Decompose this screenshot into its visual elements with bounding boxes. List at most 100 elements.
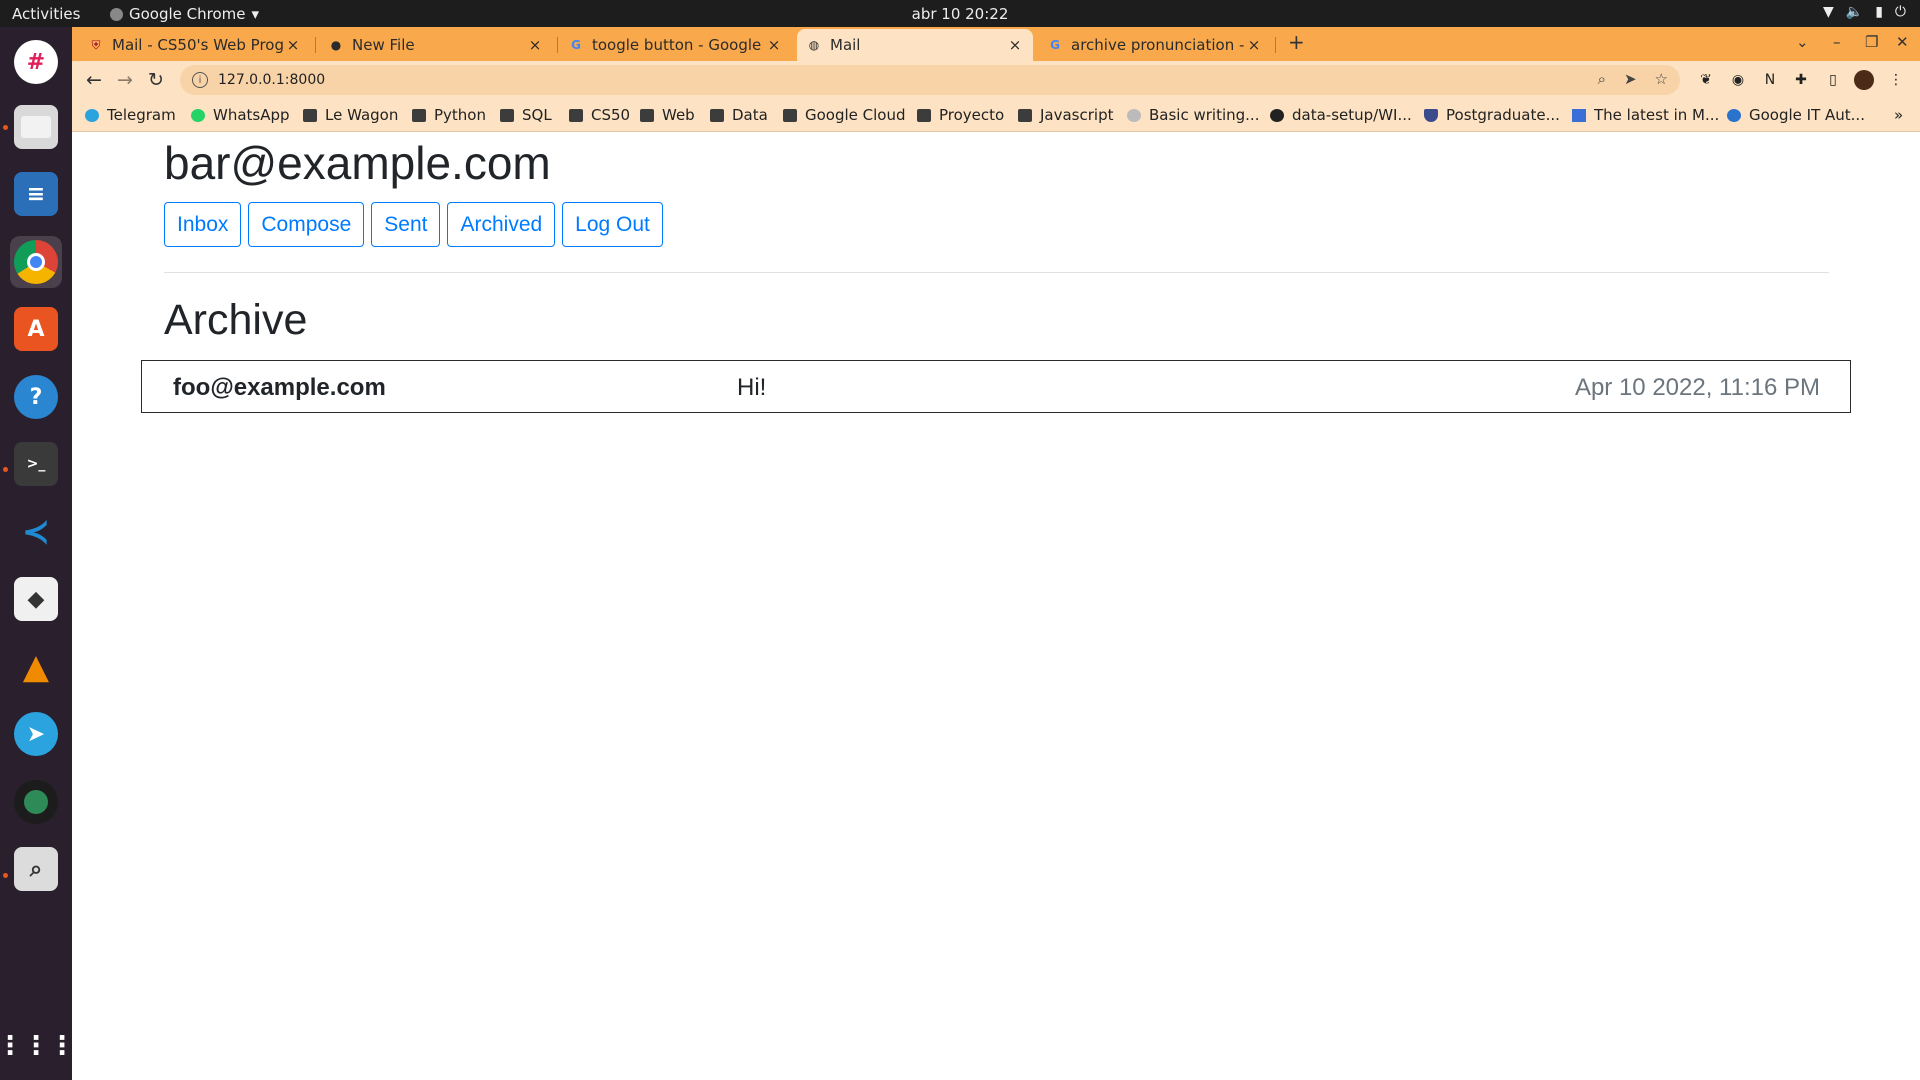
tab-toogle-button[interactable]: G toogle button - Google Se × <box>559 29 792 61</box>
google-icon: G <box>571 38 581 52</box>
dock-terminal[interactable]: >_ <box>10 438 62 490</box>
dock-vlc[interactable]: ▲ <box>10 641 62 693</box>
dock-chrome[interactable] <box>10 236 62 288</box>
close-icon[interactable]: × <box>527 36 543 54</box>
tab-title: toogle button - Google Se <box>592 36 766 54</box>
close-window-button[interactable]: ✕ <box>1896 33 1909 51</box>
bookmark-whatsapp[interactable]: WhatsApp <box>191 106 290 124</box>
bookmark-telegram[interactable]: Telegram <box>85 106 176 124</box>
zoom-icon[interactable]: ⌕ <box>1598 70 1606 88</box>
site-info-icon[interactable]: i <box>192 72 208 88</box>
bookmark-google-cloud[interactable]: Google Cloud <box>783 106 906 124</box>
dock-slack[interactable]: # <box>10 36 62 88</box>
profile-avatar[interactable] <box>1854 70 1874 90</box>
minimize-button[interactable]: – <box>1833 33 1841 51</box>
tab-cs50[interactable]: ⛨ Mail - CS50's Web Program × <box>79 29 311 61</box>
tab-mail[interactable]: ◍ Mail × <box>797 29 1033 61</box>
folder-icon <box>640 108 654 122</box>
harvard-shield-icon: ⛨ <box>91 37 101 52</box>
bookmark-label: Javascript <box>1040 106 1114 124</box>
bookmark-latest[interactable]: The latest in M... <box>1572 106 1719 124</box>
side-panel-icon[interactable]: ▯ <box>1823 70 1843 90</box>
archived-button[interactable]: Archived <box>447 202 556 247</box>
reload-button[interactable]: ↻ <box>143 67 169 93</box>
bookmark-label: SQL <box>522 106 552 124</box>
bookmark-le-wagon[interactable]: Le Wagon <box>303 106 398 124</box>
notion-icon[interactable]: N <box>1760 70 1780 90</box>
bookmark-basic-writing[interactable]: Basic writing... <box>1127 106 1259 124</box>
battery-icon: ▮ <box>1875 4 1883 20</box>
dock-files[interactable] <box>10 101 62 153</box>
new-tab-button[interactable]: + <box>1288 30 1305 54</box>
forward-button[interactable]: → <box>112 67 138 93</box>
dock-app[interactable]: ◆ <box>10 573 62 625</box>
address-bar[interactable]: i 127.0.0.1:8000 ⌕ ➤ ☆ <box>180 65 1680 95</box>
bookmark-proyecto[interactable]: Proyecto <box>917 106 1004 124</box>
bookmark-data-setup[interactable]: data-setup/WI... <box>1270 106 1412 124</box>
activities-button[interactable]: Activities <box>12 5 80 23</box>
bookmark-cs50[interactable]: CS50 <box>569 106 630 124</box>
folder-icon <box>1018 108 1032 122</box>
slack-icon: # <box>14 40 58 84</box>
app-menu[interactable]: Google Chrome ▾ <box>110 5 259 23</box>
dock-webcam[interactable] <box>10 776 62 828</box>
close-icon[interactable]: × <box>1007 36 1023 54</box>
bookmark-label: Google Cloud <box>805 106 906 124</box>
bookmark-google-it[interactable]: Google IT Aut... <box>1727 106 1865 124</box>
clock[interactable]: abr 10 20:22 <box>0 5 1920 23</box>
tab-new-file[interactable]: ● New File × <box>319 29 553 61</box>
tab-separator <box>1275 37 1276 53</box>
close-icon[interactable]: × <box>285 36 301 54</box>
chrome-small-icon <box>110 7 123 21</box>
bookmark-star-icon[interactable]: ☆ <box>1655 70 1668 88</box>
email-sender: foo@example.com <box>173 374 386 401</box>
close-icon[interactable]: × <box>1246 36 1262 54</box>
libreoffice-writer-icon: ≡ <box>14 172 58 216</box>
tab-separator <box>557 37 558 53</box>
email-list-item[interactable]: foo@example.com Hi! Apr 10 2022, 11:16 P… <box>141 360 1851 413</box>
system-tray[interactable]: ▼ 🔈 ▮ ⏻ <box>1823 4 1906 20</box>
dock: # ≡ A ? >_ ≺ ◆ ▲ ➤ ⌕ ⋮⋮⋮ <box>0 27 75 1080</box>
bookmark-web[interactable]: Web <box>640 106 695 124</box>
bookmark-python[interactable]: Python <box>412 106 486 124</box>
dock-writer[interactable]: ≡ <box>10 168 62 220</box>
close-icon[interactable]: × <box>766 36 782 54</box>
dock-vscode[interactable]: ≺ <box>10 506 62 558</box>
tab-archive-pronunciation[interactable]: G archive pronunciation - G × <box>1038 29 1272 61</box>
folder-icon <box>783 108 797 122</box>
maximize-button[interactable]: ❐ <box>1865 33 1878 51</box>
volume-icon: 🔈 <box>1845 4 1864 20</box>
inbox-button[interactable]: Inbox <box>164 202 242 247</box>
back-button[interactable]: ← <box>81 67 107 93</box>
folder-icon <box>710 108 724 122</box>
send-icon[interactable]: ➤ <box>1624 70 1637 88</box>
dock-software[interactable]: A <box>10 303 62 355</box>
bookmark-label: Le Wagon <box>325 106 399 124</box>
bookmark-javascript[interactable]: Javascript <box>1018 106 1113 124</box>
running-indicator <box>3 467 8 472</box>
extensions-puzzle-icon[interactable]: ✚ <box>1791 70 1811 90</box>
extension-icon[interactable]: ❦ <box>1696 70 1716 90</box>
running-indicator <box>3 125 8 130</box>
app-name: Google Chrome <box>129 5 246 23</box>
bookmark-sql[interactable]: SQL <box>500 106 552 124</box>
bookmark-postgraduate[interactable]: Postgraduate... <box>1424 106 1560 124</box>
tab-search-button[interactable]: ⌄ <box>1796 33 1809 51</box>
email-timestamp: Apr 10 2022, 11:16 PM <box>1574 374 1820 401</box>
bookmark-label: Telegram <box>107 106 176 124</box>
compose-button[interactable]: Compose <box>248 202 365 247</box>
dock-telegram[interactable]: ➤ <box>10 708 62 760</box>
extension-icon[interactable]: ◉ <box>1728 70 1748 90</box>
telegram-icon <box>85 108 99 122</box>
menu-kebab-icon[interactable]: ⋮ <box>1886 70 1906 90</box>
browser-toolbar: ← → ↻ i 127.0.0.1:8000 ⌕ ➤ ☆ ❦ ◉ N ✚ ▯ ⋮ <box>72 61 1920 99</box>
app-icon: ◆ <box>14 577 58 621</box>
logout-button[interactable]: Log Out <box>562 202 663 247</box>
bookmark-data[interactable]: Data <box>710 106 768 124</box>
magnifier-icon: ⌕ <box>14 847 58 891</box>
show-applications-button[interactable]: ⋮⋮⋮ <box>0 1020 75 1072</box>
sent-button[interactable]: Sent <box>371 202 441 247</box>
more-bookmarks-icon[interactable]: » <box>1894 106 1903 124</box>
dock-screenshot[interactable]: ⌕ <box>10 843 62 895</box>
dock-help[interactable]: ? <box>10 371 62 423</box>
